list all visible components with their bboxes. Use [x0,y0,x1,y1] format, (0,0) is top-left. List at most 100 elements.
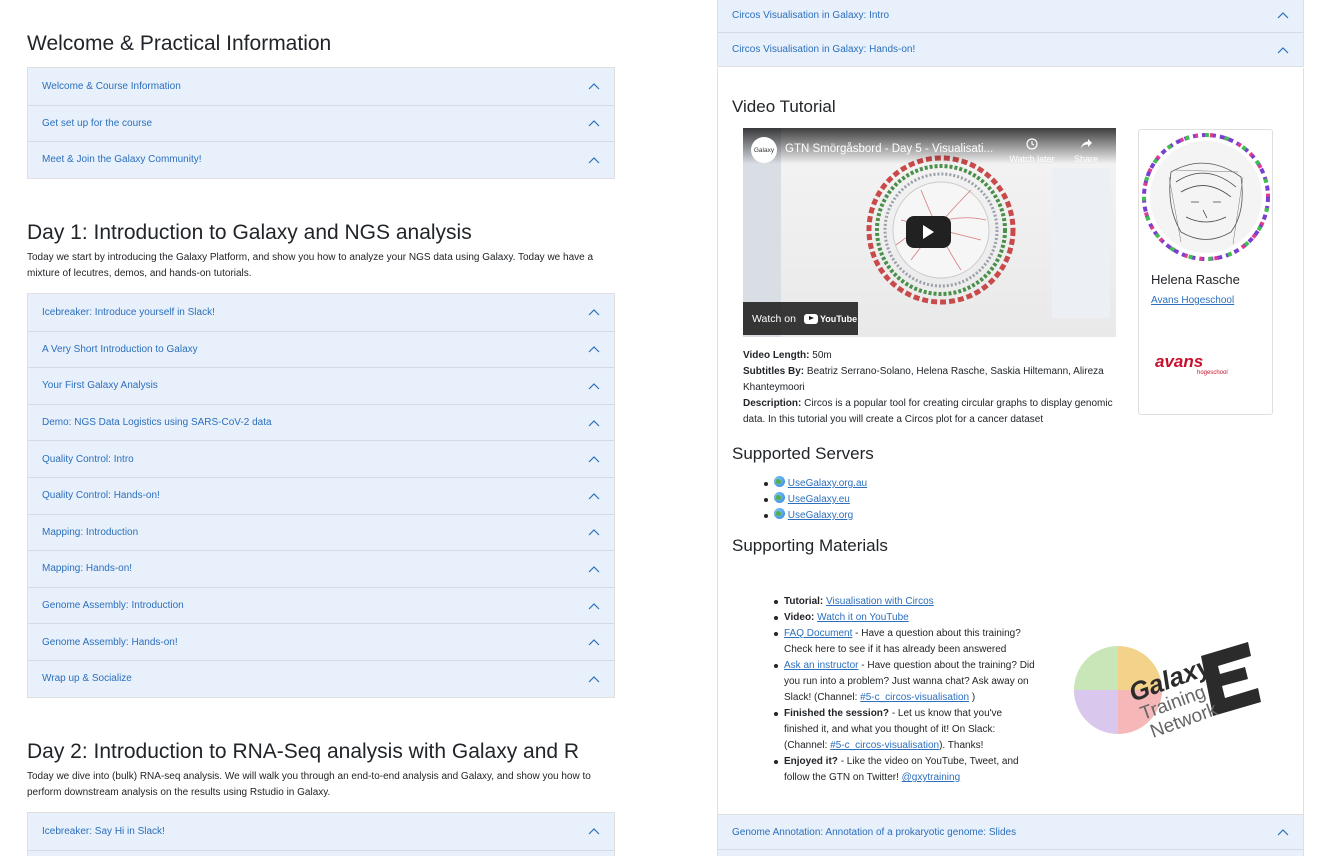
author-affiliation-link[interactable]: Avans Hogeschool [1151,295,1234,306]
chevron-up-icon [588,346,600,353]
accordion-item[interactable]: Get set up for the course [28,104,614,142]
chevron-up-icon [588,602,600,609]
accordion-item[interactable]: Quality Control: Hands-on! [28,476,614,514]
accordion-item[interactable]: Circos Visualisation in Galaxy: Intro [718,0,1303,32]
avans-logo-subtext: hogeschool [1197,370,1228,376]
accordion-item[interactable]: Welcome & Course Information [28,68,614,105]
accordion-item[interactable]: Quality Control: Intro [28,440,614,477]
chevron-up-icon [588,456,600,463]
materials-heading: Supporting Materials [732,536,888,555]
accordion-genome-annotation: Genome Annotation: Annotation of a proka… [717,814,1304,856]
section-title-day2: Day 2: Introduction to RNA-Seq analysis … [27,740,580,763]
accordion-item[interactable]: A Very Short Introduction to Galaxy [28,330,614,368]
accordion-item-expanded[interactable]: Circos Visualisation in Galaxy: Hands-on… [718,32,1303,66]
section-title-welcome: Welcome & Practical Information [27,32,332,55]
chevron-up-icon [588,566,600,573]
video-heading: Video Tutorial [732,97,836,116]
share-label: Share [1073,154,1099,164]
accordion-item-label: Icebreaker: Introduce yourself in Slack! [42,306,215,318]
list-item: Enjoyed it? - Like the video on YouTube,… [774,754,1039,786]
materials-list: Tutorial: Visualisation with Circos Vide… [774,594,1039,786]
finished-label: Finished the session? [784,708,890,719]
section-intro-day1: Today we start by introducing the Galaxy… [27,252,594,279]
video-thumb-panel [1052,168,1110,318]
server-link[interactable]: UseGalaxy.eu [788,494,850,505]
section-title-day1: Day 1: Introduction to Galaxy and NGS an… [27,221,472,244]
watch-later-button[interactable]: Watch later [1005,138,1059,164]
slack-channel-link[interactable]: #5-c_circos-visualisation [830,740,939,751]
gtn-logo: Galaxy Training Network [1074,642,1261,738]
chevron-up-icon [588,828,600,835]
video-length: Video Length: 50m [743,348,1118,364]
accordion-item[interactable]: Genome Annotation: Annotation of a proka… [718,815,1303,849]
list-item: Ask an instructor - Have question about … [774,658,1039,706]
list-item: UseGalaxy.org [764,508,867,524]
youtube-wordmark: YouTube [819,313,858,324]
video-link[interactable]: Watch it on YouTube [817,612,909,623]
servers-list: UseGalaxy.org.au UseGalaxy.eu UseGalaxy.… [764,476,867,524]
share-icon [1080,139,1092,149]
chevron-up-icon [588,309,600,316]
globe-icon [774,476,785,487]
chevron-up-icon [588,639,600,646]
chevron-up-icon [588,675,600,683]
list-item: Video: Watch it on YouTube [774,610,1039,626]
enjoyed-label: Enjoyed it? [784,756,838,767]
accordion-item[interactable] [28,849,614,856]
chevron-up-icon [588,492,600,500]
video-player[interactable]: Galaxy GTN Smörgåsbord - Day 5 - Visuali… [743,128,1116,337]
ask-instructor-link[interactable]: Ask an instructor [784,660,858,671]
accordion-item-label: Get set up for the course [42,117,153,129]
globe-icon [774,492,785,503]
accordion-item-label: Welcome & Course Information [42,80,181,92]
list-item: Tutorial: Visualisation with Circos [774,594,1039,610]
video-title[interactable]: GTN Smörgåsbord - Day 5 - Visualisati... [785,143,993,155]
accordion-item[interactable]: Your First Galaxy Analysis [28,367,614,404]
accordion-welcome: Welcome & Course Information Get set up … [27,67,615,179]
accordion-item[interactable]: Genome Assembly: Introduction [28,586,614,624]
accordion-item-label: Your First Galaxy Analysis [42,380,158,392]
accordion-item[interactable]: Mapping: Hands-on! [28,550,614,587]
accordion-item-label: Genome Annotation: Annotation of a proka… [732,826,1017,838]
tutorial-link[interactable]: Visualisation with Circos [826,596,934,607]
accordion-item[interactable]: Mapping: Introduction [28,513,614,551]
video-length-value: 50m [812,350,832,361]
chevron-up-icon [588,529,600,536]
servers-heading: Supported Servers [732,444,874,463]
accordion-item[interactable]: Wrap up & Socialize [28,659,614,697]
description-label: Description: [743,398,802,409]
author-card: Helena Rasche Avans Hogeschool avans hog… [1138,129,1273,415]
accordion-item-label: Genome Assembly: Hands-on! [42,636,178,648]
list-item: Finished the session? - Let us know that… [774,706,1039,754]
accordion-item[interactable] [718,849,1303,856]
ask-text-end: ) [971,692,976,703]
faq-link[interactable]: FAQ Document [784,628,852,639]
server-link[interactable]: UseGalaxy.org [788,510,853,521]
list-item: FAQ Document - Have a question about thi… [774,626,1039,658]
accordion-item[interactable]: Demo: NGS Data Logistics using SARS-CoV-… [28,403,614,441]
play-button[interactable] [906,216,951,248]
accordion-item-label: Quality Control: Hands-on! [42,490,160,502]
chevron-up-icon [588,419,600,427]
channel-logo[interactable]: Galaxy [751,137,777,163]
accordion-item[interactable]: Genome Assembly: Hands-on! [28,623,614,660]
accordion-panel: Video Tutorial Galaxy GTN Smörgåsbord - … [717,68,1304,814]
watch-later-label: Watch later [1009,154,1055,164]
twitter-link[interactable]: @gxytraining [902,772,961,783]
accordion-item[interactable]: Icebreaker: Introduce yourself in Slack! [28,294,614,331]
server-link[interactable]: UseGalaxy.org.au [788,478,867,489]
author-avatar [1142,133,1270,261]
slack-channel-link[interactable]: #5-c_circos-visualisation [860,692,969,703]
section-intro-day2: Today we dive into (bulk) RNA-seq analys… [27,771,591,798]
share-button[interactable]: Share [1068,138,1104,164]
accordion-item-label: Wrap up & Socialize [42,673,132,685]
accordion-item[interactable]: Icebreaker: Say Hi in Slack! [28,813,614,850]
video-description: Description: Circos is a popular tool fo… [743,396,1118,428]
accordion-item[interactable]: Meet & Join the Galaxy Community! [28,141,614,178]
tutorial-label: Tutorial: [784,596,824,607]
clock-icon [1026,138,1038,150]
youtube-icon [803,313,818,324]
watch-on-youtube-button[interactable]: Watch on YouTube [743,302,858,335]
accordion-item-label: Mapping: Introduction [42,526,139,538]
avans-logo: avans hogeschool [1155,352,1228,376]
